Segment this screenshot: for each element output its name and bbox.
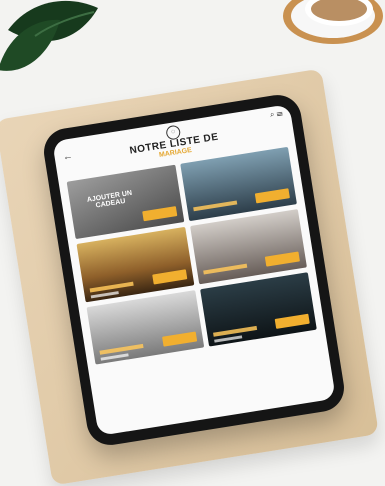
- gift-card-price: [90, 290, 119, 298]
- gift-card-button[interactable]: [254, 188, 290, 204]
- gift-card-label: [192, 200, 237, 212]
- gift-card-label: [202, 263, 247, 275]
- gift-card-button[interactable]: [161, 331, 197, 347]
- gift-card-plates[interactable]: [199, 271, 317, 347]
- plant-leaves: [0, 0, 98, 71]
- gift-card-speaker[interactable]: [86, 289, 204, 365]
- gift-card-text: AJOUTER UN CADEAU: [86, 189, 133, 210]
- header-icons: ⌕ ☰: [269, 108, 284, 120]
- gift-card-label: [99, 343, 144, 355]
- gift-card-label: [212, 325, 257, 337]
- tablet-screen: ◌ ⌕ ☰ ← NOTRE LISTE DE MARIAGE AJOUTER U…: [52, 104, 336, 436]
- gift-card-label: [89, 281, 134, 293]
- gift-card-price: [213, 335, 242, 343]
- gift-card-decor[interactable]: [189, 209, 307, 284]
- gift-card-plane[interactable]: [76, 227, 194, 302]
- tablet-device: ◌ ⌕ ☰ ← NOTRE LISTE DE MARIAGE AJOUTER U…: [40, 91, 348, 449]
- coffee-cup-and-saucer: [283, 0, 383, 44]
- gift-grid: AJOUTER UN CADEAU: [66, 146, 327, 427]
- gift-card-button[interactable]: [274, 313, 310, 329]
- gift-card-button[interactable]: [151, 268, 187, 285]
- gift-card-button[interactable]: [141, 206, 177, 222]
- gift-card-button[interactable]: [264, 250, 300, 267]
- gift-card-price: [100, 353, 129, 361]
